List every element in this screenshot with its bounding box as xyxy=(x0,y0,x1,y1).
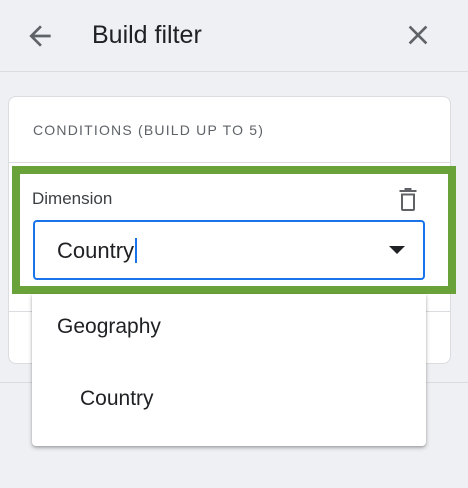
dimension-dropdown-menu: Geography Country xyxy=(32,294,426,446)
dimension-label: Dimension xyxy=(32,189,113,208)
menu-option-label: Country xyxy=(80,387,154,410)
menu-option-country[interactable]: Country xyxy=(32,370,426,426)
close-button[interactable] xyxy=(402,19,434,51)
arrow-back-icon xyxy=(29,25,51,47)
dialog-header: Build filter xyxy=(0,0,468,72)
dropdown-arrow-icon xyxy=(389,246,405,254)
trash-icon xyxy=(399,188,417,211)
dimension-select-value: Country xyxy=(57,238,138,264)
divider xyxy=(9,162,450,163)
dimension-condition-row: Dimension Country xyxy=(12,166,456,294)
dimension-select[interactable]: Country xyxy=(33,220,425,280)
conditions-heading: CONDITIONS (BUILD UP TO 5) xyxy=(33,122,265,138)
menu-group-label: Geography xyxy=(57,315,161,338)
text-cursor xyxy=(135,238,138,263)
dimension-select-text: Country xyxy=(57,238,135,263)
back-button[interactable] xyxy=(24,20,56,52)
delete-condition-button[interactable] xyxy=(396,186,420,212)
close-icon xyxy=(408,25,428,45)
dialog-title: Build filter xyxy=(92,21,202,49)
